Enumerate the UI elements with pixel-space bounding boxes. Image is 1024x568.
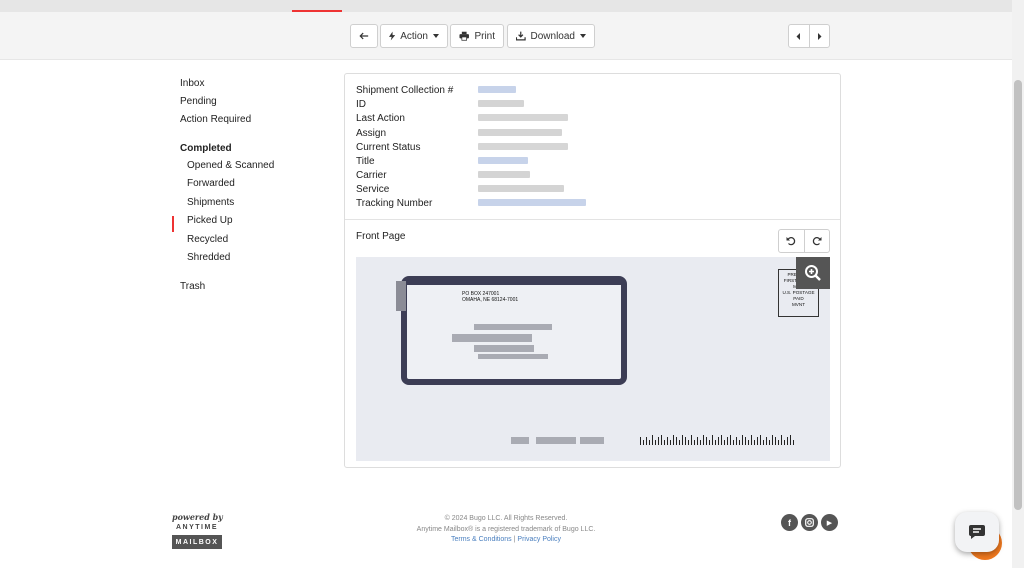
print-button[interactable]: Print — [450, 24, 504, 48]
rotate-left-icon — [786, 237, 796, 246]
shipment-detail-card: Shipment Collection # ID Last Action Ass… — [344, 73, 841, 468]
print-button-label: Print — [474, 30, 495, 42]
powered-by-text: powered by — [172, 512, 223, 522]
sidebar-item-completed[interactable]: Completed — [180, 143, 232, 154]
chat-button[interactable] — [955, 512, 999, 552]
field-label-carrier: Carrier — [356, 170, 387, 181]
field-label-current-status: Current Status — [356, 142, 421, 153]
zoom-in-icon — [805, 265, 821, 281]
instagram-icon[interactable] — [801, 514, 818, 531]
download-icon — [516, 31, 526, 41]
chevron-left-icon — [796, 32, 801, 40]
rotate-controls — [778, 229, 830, 253]
facebook-icon[interactable]: f — [781, 514, 798, 531]
redacted-sender-code — [580, 437, 604, 444]
active-item-indicator — [172, 216, 174, 232]
redacted-recipient — [474, 324, 552, 330]
footer-legal: © 2024 Bugo LLC. All Rights Reserved. An… — [306, 514, 706, 546]
redacted-recipient — [474, 345, 534, 352]
sidebar-item-action-required[interactable]: Action Required — [180, 114, 251, 125]
printer-icon — [459, 31, 469, 41]
download-button[interactable]: Download — [507, 24, 595, 48]
previous-item-button[interactable] — [789, 25, 809, 47]
link-separator: | — [513, 536, 516, 543]
top-tab-strip — [0, 0, 1012, 12]
rotate-left-button[interactable] — [779, 230, 804, 252]
envelope-scan-image: PO BOX 247001 OMAHA, NE 68124-7001 PRESO… — [356, 257, 830, 461]
field-label-tracking-number: Tracking Number — [356, 198, 433, 209]
section-divider — [345, 219, 840, 220]
chat-icon — [969, 525, 985, 539]
next-item-button[interactable] — [808, 25, 830, 47]
rotate-right-icon — [812, 237, 822, 246]
scrollbar-thumb[interactable] — [1014, 80, 1022, 510]
field-label-assign: Assign — [356, 128, 387, 139]
brand-logo-top: ANYTIME — [176, 524, 218, 531]
redacted-recipient — [478, 354, 548, 359]
redacted-value — [478, 157, 528, 164]
bolt-icon — [389, 31, 396, 41]
footer-links: Terms & Conditions | Privacy Policy — [306, 535, 706, 546]
field-label-service: Service — [356, 184, 390, 195]
redacted-sender-code — [511, 437, 529, 444]
redacted-value — [478, 171, 530, 178]
page-scrollbar[interactable] — [1012, 0, 1024, 568]
action-button-label: Action — [400, 30, 428, 42]
chevron-down-icon — [580, 34, 586, 38]
download-button-label: Download — [530, 30, 575, 42]
terms-link[interactable]: Terms & Conditions — [451, 536, 512, 543]
brand-logo-bottom: MAILBOX — [172, 535, 222, 549]
sidebar-item-opened-scanned[interactable]: Opened & Scanned — [187, 160, 274, 171]
redacted-value — [478, 100, 524, 107]
sidebar-item-pending[interactable]: Pending — [180, 96, 217, 107]
sidebar-item-shredded[interactable]: Shredded — [187, 252, 230, 263]
sidebar-item-trash[interactable]: Trash — [180, 281, 205, 292]
toolbar: Action Print Download — [0, 12, 1012, 60]
field-label-title: Title — [356, 156, 375, 167]
field-label-shipment-collection: Shipment Collection # — [356, 85, 454, 96]
redacted-value — [478, 143, 568, 150]
sidebar-item-forwarded[interactable]: Forwarded — [187, 178, 235, 189]
zoom-button[interactable] — [796, 257, 830, 289]
sidebar-item-inbox[interactable]: Inbox — [180, 78, 204, 89]
sidebar-item-recycled[interactable]: Recycled — [187, 234, 228, 245]
pager — [788, 24, 830, 48]
chevron-right-icon — [817, 32, 822, 40]
field-label-id: ID — [356, 99, 366, 110]
return-address-line: OMAHA, NE 68124-7001 — [462, 297, 519, 303]
envelope-pattern — [396, 281, 406, 311]
indicia-line: MVNT — [791, 302, 805, 307]
redacted-value — [478, 86, 516, 93]
front-page-label: Front Page — [356, 231, 406, 242]
copyright-text: © 2024 Bugo LLC. All Rights Reserved. — [444, 515, 568, 522]
envelope-return-address: PO BOX 247001 OMAHA, NE 68124-7001 — [462, 291, 518, 303]
privacy-link[interactable]: Privacy Policy — [517, 536, 561, 543]
redacted-value — [478, 185, 564, 192]
redacted-tracking-link[interactable] — [478, 199, 586, 206]
redacted-value — [478, 129, 562, 136]
social-links: f ▶ — [781, 514, 838, 531]
postal-barcode — [640, 435, 794, 445]
youtube-icon[interactable]: ▶ — [821, 514, 838, 531]
redacted-recipient — [452, 334, 532, 342]
back-button[interactable] — [350, 24, 378, 48]
instagram-glyph — [805, 518, 814, 527]
page-footer: powered by ANYTIME MAILBOX © 2024 Bugo L… — [0, 505, 1012, 565]
trademark-text: Anytime Mailbox® is a registered tradema… — [416, 525, 596, 533]
sidebar-item-shipments[interactable]: Shipments — [187, 197, 234, 208]
redacted-sender-code — [536, 437, 576, 444]
arrow-left-icon — [359, 32, 369, 40]
rotate-right-button[interactable] — [803, 230, 830, 252]
chevron-down-icon — [433, 34, 439, 38]
redacted-value — [478, 114, 568, 121]
sidebar-item-picked-up[interactable]: Picked Up — [187, 215, 233, 226]
action-button[interactable]: Action — [380, 24, 448, 48]
field-label-last-action: Last Action — [356, 113, 405, 124]
